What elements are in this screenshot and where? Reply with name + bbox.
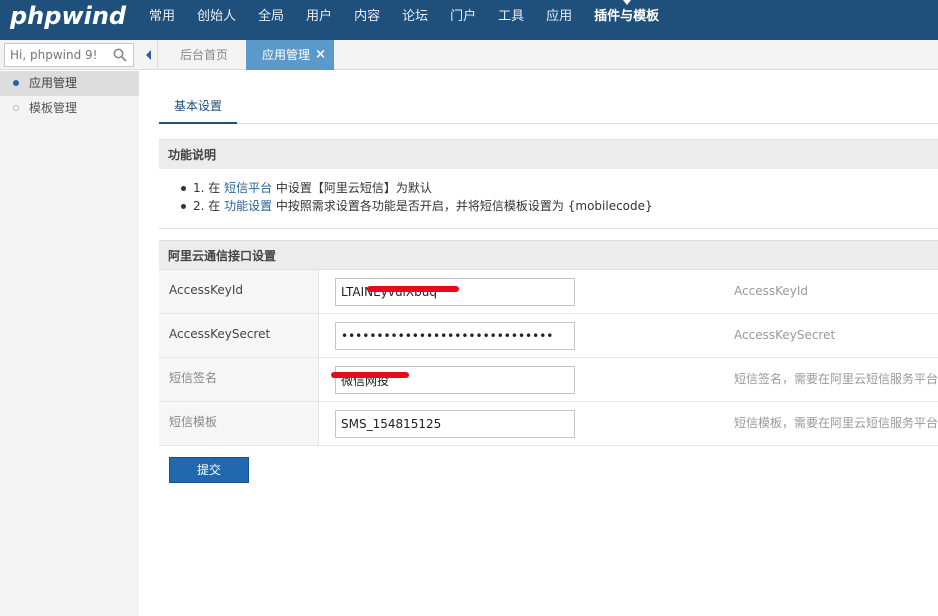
nav-item-portal[interactable]: 门户 bbox=[439, 0, 487, 40]
submit-button[interactable]: 提交 bbox=[169, 457, 249, 483]
field-hint: 短信签名，需要在阿里云短信服务平台 bbox=[734, 372, 938, 386]
sidebar: 应用管理 模板管理 bbox=[0, 71, 139, 616]
bullet-icon bbox=[13, 105, 19, 111]
accesskeysecret-field[interactable] bbox=[335, 322, 575, 350]
close-icon[interactable]: × bbox=[315, 40, 326, 70]
field-hint: 短信模板，需要在阿里云短信服务平台 bbox=[734, 416, 938, 430]
sidebar-item-label: 应用管理 bbox=[29, 76, 78, 90]
tab-app-management[interactable]: 应用管理 × bbox=[246, 40, 334, 70]
nav-item-users[interactable]: 用户 bbox=[295, 0, 343, 40]
phpwind-logo[interactable]: phpwind bbox=[10, 2, 126, 30]
nav-item-global[interactable]: 全局 bbox=[247, 0, 295, 40]
section-title-function-desc: 功能说明 bbox=[159, 139, 938, 169]
sms-template-field[interactable] bbox=[335, 410, 575, 438]
tab-basic-settings[interactable]: 基本设置 bbox=[159, 92, 237, 124]
tab-admin-home[interactable]: 后台首页 bbox=[162, 40, 246, 70]
function-notes: 1. 在 短信平台 中设置【阿里云短信】为默认 2. 在 功能设置 中按照需求设… bbox=[159, 169, 938, 229]
function-settings-link[interactable]: 功能设置 bbox=[224, 199, 272, 213]
nav-item-content[interactable]: 内容 bbox=[343, 0, 391, 40]
tab-bar: 后台首页 应用管理 × bbox=[0, 40, 938, 70]
field-label: 短信签名 bbox=[159, 358, 319, 401]
form-row-accesskeyid: AccessKeyId AccessKeyId bbox=[159, 270, 938, 314]
form-row-sms-template: 短信模板 短信模板，需要在阿里云短信服务平台 bbox=[159, 402, 938, 446]
redaction-mark bbox=[367, 286, 459, 292]
collapse-sidebar-button[interactable] bbox=[140, 40, 158, 70]
nav-item-plugins-templates[interactable]: 插件与模板 bbox=[583, 0, 670, 40]
search-icon[interactable] bbox=[113, 48, 127, 62]
note-item: 2. 在 功能设置 中按照需求设置各功能是否开启，并将短信模板设置为 {mobi… bbox=[181, 197, 938, 215]
settings-tabs: 基本设置 bbox=[159, 92, 938, 124]
field-label: AccessKeySecret bbox=[159, 314, 319, 357]
field-label: AccessKeyId bbox=[159, 270, 319, 313]
sms-platform-link[interactable]: 短信平台 bbox=[224, 181, 272, 195]
search-input[interactable] bbox=[5, 44, 109, 66]
field-hint: AccessKeySecret bbox=[734, 328, 836, 342]
top-nav-menu: 常用 创始人 全局 用户 内容 论坛 门户 工具 应用 插件与模板 bbox=[138, 0, 670, 40]
field-hint: AccessKeyId bbox=[734, 284, 808, 298]
field-label: 短信模板 bbox=[159, 402, 319, 445]
accesskeyid-field[interactable] bbox=[335, 278, 575, 306]
redaction-mark bbox=[331, 372, 409, 378]
top-navbar: phpwind 常用 创始人 全局 用户 内容 论坛 门户 工具 应用 插件与模… bbox=[0, 0, 938, 40]
nav-item-founder[interactable]: 创始人 bbox=[186, 0, 247, 40]
nav-item-apps[interactable]: 应用 bbox=[535, 0, 583, 40]
form-row-sms-signature: 短信签名 短信签名，需要在阿里云短信服务平台 bbox=[159, 358, 938, 402]
sidebar-item-label: 模板管理 bbox=[29, 101, 78, 115]
admin-search bbox=[4, 43, 134, 67]
sidebar-item-template-management[interactable]: 模板管理 bbox=[0, 96, 139, 121]
config-form: AccessKeyId AccessKeyId AccessKeySecret … bbox=[159, 269, 938, 446]
nav-item-common[interactable]: 常用 bbox=[138, 0, 186, 40]
section-title-aliyun-config: 阿里云通信接口设置 bbox=[159, 240, 938, 270]
nav-item-tools[interactable]: 工具 bbox=[487, 0, 535, 40]
note-item: 1. 在 短信平台 中设置【阿里云短信】为默认 bbox=[181, 179, 938, 197]
sidebar-item-app-management[interactable]: 应用管理 bbox=[0, 71, 139, 96]
tab-app-management-label: 应用管理 bbox=[262, 48, 311, 62]
bullet-icon bbox=[13, 80, 19, 86]
nav-item-forum[interactable]: 论坛 bbox=[391, 0, 439, 40]
form-row-accesskeysecret: AccessKeySecret AccessKeySecret bbox=[159, 314, 938, 358]
sms-signature-field[interactable] bbox=[335, 366, 575, 394]
